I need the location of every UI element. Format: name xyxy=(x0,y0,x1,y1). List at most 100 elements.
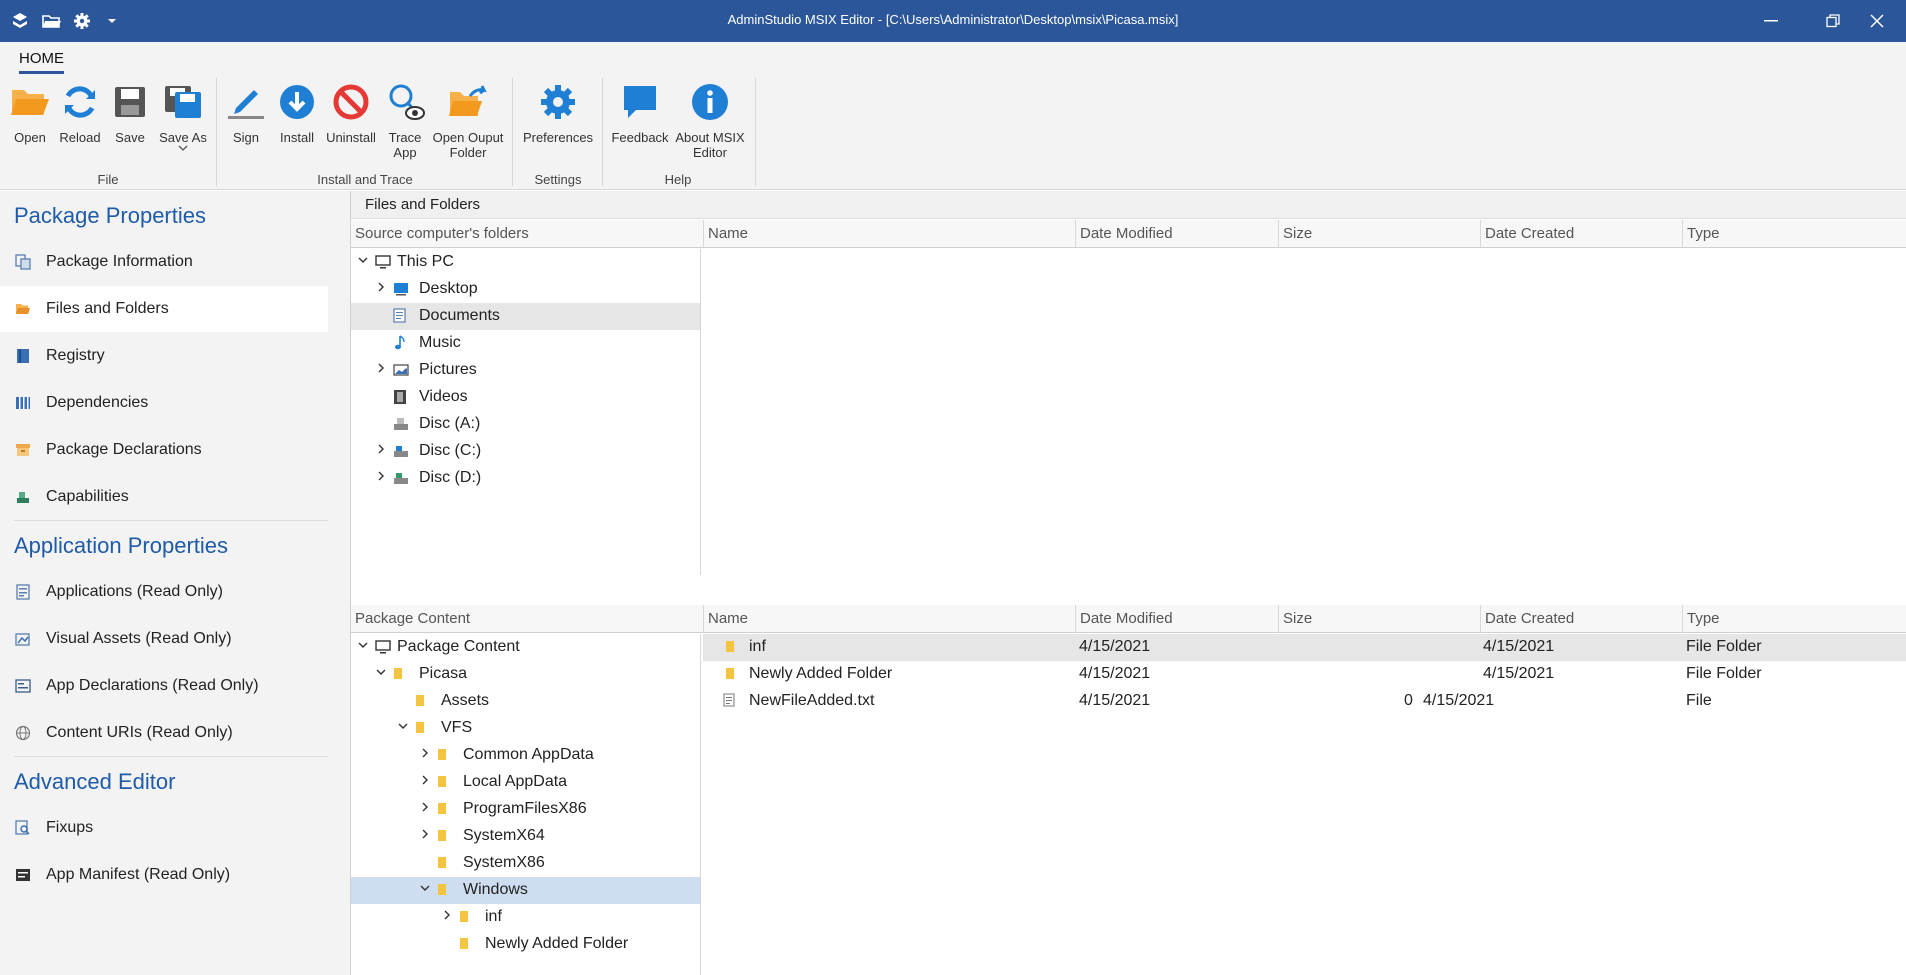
tree-label: ProgramFilesX86 xyxy=(463,800,587,817)
nav-item-visual-assets[interactable]: Visual Assets (Read Only) xyxy=(0,616,328,662)
package-declarations-icon xyxy=(14,441,32,459)
minimize-button[interactable] xyxy=(1756,8,1786,34)
column-header-name[interactable]: Name xyxy=(703,220,1075,248)
folder-icon xyxy=(437,747,453,763)
preferences-button[interactable]: Preferences xyxy=(522,82,594,145)
column-header-date-created[interactable]: Date Created xyxy=(1480,220,1682,248)
chevron-right-icon[interactable] xyxy=(419,747,433,761)
tree-node-windows[interactable]: Windows xyxy=(351,877,700,904)
capabilities-icon xyxy=(14,488,32,506)
chevron-down-icon[interactable] xyxy=(357,639,371,653)
column-header-type[interactable]: Type xyxy=(1682,605,1906,633)
folder-icon xyxy=(415,693,431,709)
column-header-date-created[interactable]: Date Created xyxy=(1480,605,1682,633)
open-output-folder-button[interactable]: Open Ouput Folder xyxy=(432,82,504,160)
preferences-gear-icon xyxy=(538,82,578,122)
install-button[interactable]: Install xyxy=(276,82,318,145)
group-label-install-trace: Install and Trace xyxy=(317,172,413,187)
file-size: 0 xyxy=(1404,692,1413,709)
tree-node-desktop[interactable]: Desktop xyxy=(351,276,700,303)
nav-item-app-declarations[interactable]: App Declarations (Read Only) xyxy=(0,663,328,709)
save-button[interactable]: Save xyxy=(110,82,150,145)
nav-item-registry[interactable]: Registry xyxy=(0,333,328,379)
nav-divider xyxy=(14,756,328,757)
chevron-down-icon[interactable] xyxy=(375,666,389,680)
nav-item-capabilities[interactable]: Capabilities xyxy=(0,474,328,520)
chevron-down-icon[interactable] xyxy=(357,254,371,268)
tab-home[interactable]: HOME xyxy=(19,50,64,67)
tree-node-inf[interactable]: inf xyxy=(351,904,700,931)
feedback-button[interactable]: Feedback xyxy=(610,82,670,145)
chevron-right-icon[interactable] xyxy=(375,362,389,376)
chevron-right-icon[interactable] xyxy=(419,801,433,815)
tree-node-local-appdata[interactable]: Local AppData xyxy=(351,769,700,796)
column-header-type[interactable]: Type xyxy=(1682,220,1906,248)
nav-item-package-information[interactable]: Package Information xyxy=(0,239,328,285)
file-type: File Folder xyxy=(1686,638,1762,655)
drive-icon xyxy=(393,443,409,459)
tree-label: Package Content xyxy=(397,638,520,655)
tree-node-pictures[interactable]: Pictures xyxy=(351,357,700,384)
nav-divider xyxy=(14,520,328,521)
heading-advanced-editor: Advanced Editor xyxy=(14,769,176,794)
chevron-right-icon[interactable] xyxy=(375,470,389,484)
tree-node-this-pc[interactable]: This PC xyxy=(351,249,700,276)
tree-node-newly-added-folder[interactable]: Newly Added Folder xyxy=(351,931,700,958)
about-label-2: Editor xyxy=(693,145,727,160)
column-header-date-modified[interactable]: Date Modified xyxy=(1075,605,1278,633)
reload-button[interactable]: Reload xyxy=(58,82,102,145)
list-item[interactable]: Newly Added Folder 4/15/2021 4/15/2021 F… xyxy=(703,661,1906,688)
nav-item-files-and-folders[interactable]: Files and Folders xyxy=(0,286,328,332)
chevron-right-icon[interactable] xyxy=(441,909,455,923)
chevron-down-icon[interactable] xyxy=(419,882,433,896)
nav-item-app-manifest[interactable]: App Manifest (Read Only) xyxy=(0,852,328,898)
tree-node-disc-c[interactable]: Disc (C:) xyxy=(351,438,700,465)
nav-item-package-declarations[interactable]: Package Declarations xyxy=(0,427,328,473)
uninstall-button[interactable]: Uninstall xyxy=(324,82,378,145)
column-header-size[interactable]: Size xyxy=(1278,605,1480,633)
chevron-right-icon[interactable] xyxy=(375,281,389,295)
trace-app-button[interactable]: Trace App xyxy=(384,82,426,160)
visual-assets-icon xyxy=(14,630,32,648)
tree-node-package-content[interactable]: Package Content xyxy=(351,634,700,661)
chevron-right-icon[interactable] xyxy=(375,443,389,457)
heading-application-properties: Application Properties xyxy=(14,533,229,558)
computer-icon xyxy=(375,639,391,655)
sign-button[interactable]: Sign xyxy=(224,82,268,145)
chevron-down-icon[interactable] xyxy=(178,145,188,151)
column-header-size[interactable]: Size xyxy=(1278,220,1480,248)
nav-item-fixups[interactable]: Fixups xyxy=(0,805,328,851)
chevron-right-icon[interactable] xyxy=(419,774,433,788)
chevron-down-icon[interactable] xyxy=(397,720,411,734)
tree-node-documents[interactable]: Documents xyxy=(351,303,700,330)
reload-icon xyxy=(60,82,100,122)
tree-node-assets[interactable]: Assets xyxy=(351,688,700,715)
tree-node-disc-d[interactable]: Disc (D:) xyxy=(351,465,700,492)
column-header-name[interactable]: Name xyxy=(703,605,1075,633)
about-button[interactable]: About MSIX Editor xyxy=(674,82,746,160)
nav-item-dependencies[interactable]: Dependencies xyxy=(0,380,328,426)
chevron-right-icon[interactable] xyxy=(419,828,433,842)
tree-node-videos[interactable]: Videos xyxy=(351,384,700,411)
tree-node-music[interactable]: Music xyxy=(351,330,700,357)
group-separator xyxy=(602,78,603,186)
restore-button[interactable] xyxy=(1818,8,1848,34)
nav-item-content-uris[interactable]: Content URIs (Read Only) xyxy=(0,710,328,756)
column-header-date-modified[interactable]: Date Modified xyxy=(1075,220,1278,248)
tree-node-systemx86[interactable]: SystemX86 xyxy=(351,850,700,877)
tree-node-picasa[interactable]: Picasa xyxy=(351,661,700,688)
close-button[interactable] xyxy=(1862,8,1892,34)
save-as-button[interactable]: Save As xyxy=(158,82,208,151)
list-item[interactable]: NewFileAdded.txt 4/15/2021 0 4/15/2021 F… xyxy=(703,688,1906,715)
tree-node-systemx64[interactable]: SystemX64 xyxy=(351,823,700,850)
nav-item-applications[interactable]: Applications (Read Only) xyxy=(0,569,328,615)
tree-node-disc-a[interactable]: Disc (A:) xyxy=(351,411,700,438)
list-item[interactable]: inf 4/15/2021 4/15/2021 File Folder xyxy=(703,634,1906,661)
package-tree-header: Package Content xyxy=(351,605,703,633)
tree-node-common-appdata[interactable]: Common AppData xyxy=(351,742,700,769)
open-button[interactable]: Open xyxy=(10,82,50,145)
tree-node-programfilesx86[interactable]: ProgramFilesX86 xyxy=(351,796,700,823)
file-modified: 4/15/2021 xyxy=(1079,692,1151,709)
tree-node-vfs[interactable]: VFS xyxy=(351,715,700,742)
uninstall-label: Uninstall xyxy=(326,130,376,145)
